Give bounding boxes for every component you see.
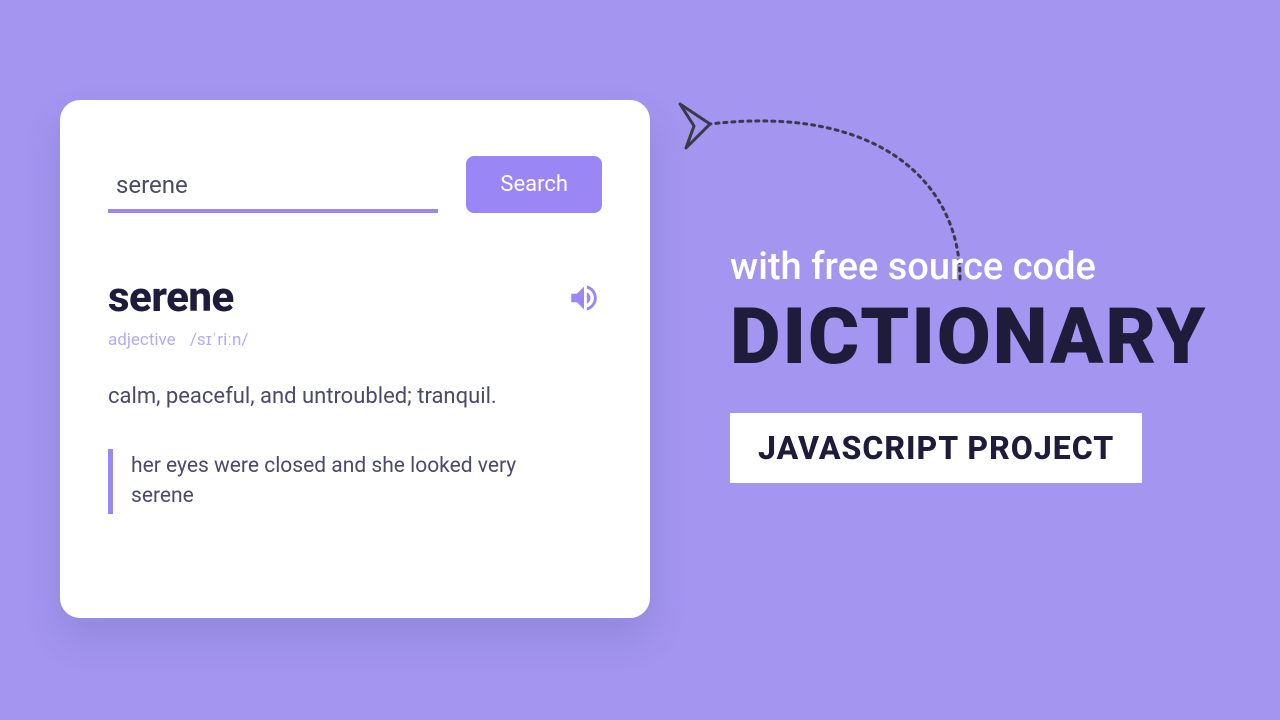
result-word: serene — [108, 273, 234, 322]
search-input[interactable] — [108, 165, 438, 213]
search-row: Search — [108, 156, 602, 213]
word-meta: adjective /sɪˈriːn/ — [108, 330, 602, 350]
part-of-speech: adjective — [108, 330, 176, 350]
word-row: serene — [108, 273, 602, 322]
promo-block: with free source code DICTIONARY JAVASCR… — [730, 245, 1260, 483]
dictionary-card: Search serene adjective /sɪˈriːn/ calm, … — [60, 100, 650, 618]
result-section: serene adjective /sɪˈriːn/ calm, peacefu… — [108, 273, 602, 514]
search-button[interactable]: Search — [466, 156, 602, 213]
speaker-icon[interactable] — [566, 280, 602, 316]
definition-text: calm, peaceful, and untroubled; tranquil… — [108, 384, 602, 409]
pronunciation: /sɪˈriːn/ — [190, 330, 249, 350]
promo-subtitle: with free source code — [730, 245, 1260, 289]
promo-badge: JAVASCRIPT PROJECT — [730, 413, 1142, 483]
promo-title: DICTIONARY — [730, 299, 1260, 377]
example-quote: her eyes were closed and she looked very… — [108, 449, 528, 514]
